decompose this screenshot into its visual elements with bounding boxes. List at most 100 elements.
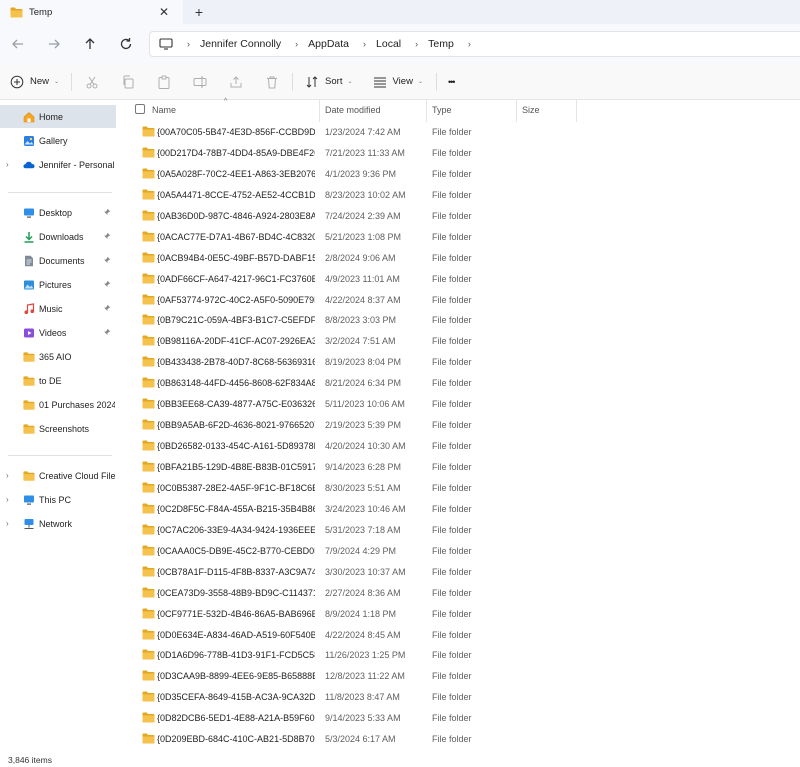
- sidebar-item-music[interactable]: Music: [0, 297, 116, 320]
- table-row[interactable]: {0B79C21C-059A-4BF3-B1C7-C5EFDF7… 8/8/202…: [120, 310, 800, 331]
- table-row[interactable]: {0D82DCB6-5ED1-4E88-A21A-B59F603… 9/14/20…: [120, 708, 800, 729]
- folder-icon: [142, 482, 155, 493]
- pin-icon[interactable]: [103, 304, 111, 312]
- column-divider[interactable]: [516, 100, 517, 122]
- table-row[interactable]: {0ACB94B4-0E5C-49BF-B57D-DABF15… 2/8/2024…: [120, 248, 800, 269]
- table-row[interactable]: {0BD26582-0133-454C-A161-5D89378F… 4/20/2…: [120, 436, 800, 457]
- breadcrumb-item[interactable]: Jennifer Connolly: [200, 38, 281, 50]
- delete-icon[interactable]: [265, 75, 279, 89]
- table-row[interactable]: {0B98116A-20DF-41CF-AC07-2926EA3… 3/2/202…: [120, 331, 800, 352]
- close-icon[interactable]: ✕: [157, 5, 171, 19]
- table-row[interactable]: {0CEA73D9-3558-48B9-BD9C-C114371… 2/27/20…: [120, 583, 800, 604]
- tab-strip: Temp ✕ +: [0, 0, 800, 24]
- sidebar-item-home[interactable]: Home: [0, 105, 116, 128]
- sidebar-item-365-aio[interactable]: 365 AIO: [0, 345, 116, 368]
- cut-icon[interactable]: [85, 75, 99, 89]
- column-size[interactable]: Size: [522, 105, 540, 115]
- forward-arrow-icon[interactable]: [46, 36, 62, 52]
- rename-icon[interactable]: [193, 75, 207, 89]
- desktop-icon: [24, 208, 34, 218]
- column-divider[interactable]: [576, 100, 577, 122]
- new-button[interactable]: New ⌄: [10, 70, 59, 94]
- more-options-icon[interactable]: •••: [448, 70, 456, 94]
- table-row[interactable]: {0D1A6D96-778B-41D3-91F1-FCD5C58… 11/26/2…: [120, 645, 800, 666]
- chevron-right-icon[interactable]: ›: [6, 471, 9, 480]
- table-row[interactable]: {0CF9771E-532D-4B46-86A5-BAB696E… 8/9/202…: [120, 604, 800, 625]
- breadcrumb-separator[interactable]: ›: [295, 39, 298, 49]
- refresh-icon[interactable]: [118, 36, 134, 52]
- column-type[interactable]: Type: [432, 105, 452, 115]
- share-icon[interactable]: [229, 75, 243, 89]
- select-all-checkbox[interactable]: [135, 104, 145, 114]
- table-row[interactable]: {0C2D8F5C-F84A-455A-B215-35B4B86… 3/24/20…: [120, 499, 800, 520]
- pin-icon[interactable]: [103, 256, 111, 264]
- sidebar-item-gallery[interactable]: Gallery: [0, 129, 116, 152]
- table-row[interactable]: {0CAAA0C5-DB9E-45C2-B770-CEBD0F… 7/9/2024…: [120, 541, 800, 562]
- table-row[interactable]: {00D217D4-78B7-4DD4-85A9-DBE4F26… 7/21/20…: [120, 143, 800, 164]
- sidebar-item-network[interactable]: › Network: [0, 512, 116, 535]
- table-row[interactable]: {0CB78A1F-D115-4F8B-8337-A3C9A74… 3/30/20…: [120, 562, 800, 583]
- file-name: {0B98116A-20DF-41CF-AC07-2926EA3…: [157, 336, 315, 347]
- column-name[interactable]: Name: [152, 105, 176, 115]
- table-row[interactable]: {0BB9A5AB-6F2D-4636-8021-97665207… 2/19/2…: [120, 415, 800, 436]
- copy-icon[interactable]: [121, 75, 135, 89]
- breadcrumb-item[interactable]: Temp: [428, 38, 454, 50]
- table-row[interactable]: {0D3CAA9B-8899-4EE6-9E85-B65888B… 12/8/20…: [120, 666, 800, 687]
- table-row[interactable]: {00A70C05-5B47-4E3D-856F-CCBD9D1… 1/23/20…: [120, 122, 800, 143]
- sidebar-item-screenshots[interactable]: Screenshots: [0, 417, 116, 440]
- plus-icon[interactable]: +: [191, 4, 207, 20]
- view-button[interactable]: View ⌄: [373, 70, 423, 94]
- sidebar-item-creative-cloud[interactable]: › Creative Cloud Files: [0, 464, 116, 487]
- sidebar-item-videos[interactable]: Videos: [0, 321, 116, 344]
- chevron-right-icon[interactable]: ›: [6, 160, 9, 169]
- sidebar-item-purchases[interactable]: 01 Purchases 2024-: [0, 393, 116, 416]
- chevron-right-icon[interactable]: ›: [6, 495, 9, 504]
- sidebar-item-onedrive[interactable]: › Jennifer - Personal: [0, 153, 116, 176]
- table-row[interactable]: {0AF53774-972C-40C2-A5F0-5090E79D… 4/22/2…: [120, 290, 800, 311]
- sidebar-item-downloads[interactable]: Downloads: [0, 225, 116, 248]
- table-row[interactable]: {0D0E634E-A834-46AD-A519-60F540B… 4/22/20…: [120, 625, 800, 646]
- pin-icon[interactable]: [103, 232, 111, 240]
- table-row[interactable]: {0AB36D0D-987C-4846-A924-2803E8A… 7/24/20…: [120, 206, 800, 227]
- table-row[interactable]: {0BFA21B5-129D-4B8E-B83B-01C59176… 9/14/2…: [120, 457, 800, 478]
- sidebar-item-to-de[interactable]: to DE: [0, 369, 116, 392]
- file-type: File folder: [432, 252, 472, 263]
- breadcrumb-separator[interactable]: ›: [415, 39, 418, 49]
- sidebar-item-this-pc[interactable]: › This PC: [0, 488, 116, 511]
- column-divider[interactable]: [426, 100, 427, 122]
- pin-icon[interactable]: [103, 208, 111, 216]
- chevron-right-icon[interactable]: ›: [6, 519, 9, 528]
- table-row[interactable]: {0D209EBD-684C-410C-AB21-5D8B706… 5/3/202…: [120, 729, 800, 750]
- pin-icon[interactable]: [103, 328, 111, 336]
- up-arrow-icon[interactable]: [82, 36, 98, 52]
- sidebar-item-documents[interactable]: Documents: [0, 249, 116, 272]
- table-row[interactable]: {0A5A028F-70C2-4EE1-A863-3EB2076… 4/1/202…: [120, 164, 800, 185]
- table-row[interactable]: {0BB3EE68-CA39-4877-A75C-E036326… 5/11/20…: [120, 394, 800, 415]
- sort-button[interactable]: Sort ⌄: [305, 70, 353, 94]
- sidebar-item-pictures[interactable]: Pictures: [0, 273, 116, 296]
- sidebar-item-desktop[interactable]: Desktop: [0, 201, 116, 224]
- pin-icon[interactable]: [103, 280, 111, 288]
- table-row[interactable]: {0B863148-44FD-4456-8608-62F834A8… 8/21/2…: [120, 373, 800, 394]
- table-row[interactable]: {0A5A4471-8CCE-4752-AE52-4CCB1D… 8/23/202…: [120, 185, 800, 206]
- table-row[interactable]: {0ACAC77E-D7A1-4B67-BD4C-4C8320… 5/21/202…: [120, 227, 800, 248]
- file-name: {0C0B5387-28E2-4A5F-9F1C-BF18C6B…: [157, 482, 315, 493]
- paste-icon[interactable]: [157, 75, 171, 89]
- breadcrumb-item[interactable]: AppData: [308, 38, 349, 50]
- table-row[interactable]: {0C0B5387-28E2-4A5F-9F1C-BF18C6B… 8/30/20…: [120, 478, 800, 499]
- breadcrumb-separator[interactable]: ›: [468, 39, 471, 49]
- back-arrow-icon[interactable]: [10, 36, 26, 52]
- breadcrumb-item[interactable]: Local: [376, 38, 401, 50]
- table-row[interactable]: {0C7AC206-33E9-4A34-9424-1936EEE5… 5/31/2…: [120, 520, 800, 541]
- table-row[interactable]: {0D35CEFA-8649-415B-AC3A-9CA32D… 11/8/202…: [120, 687, 800, 708]
- column-date-modified[interactable]: Date modified: [325, 105, 381, 115]
- column-divider[interactable]: [319, 100, 320, 122]
- folder-icon: [142, 461, 155, 472]
- address-bar[interactable]: › Jennifer Connolly › AppData › Local › …: [149, 31, 800, 57]
- chevron-down-icon: ⌄: [347, 79, 353, 85]
- file-date-modified: 1/23/2024 7:42 AM: [325, 127, 401, 137]
- tab-temp[interactable]: Temp ✕: [0, 0, 183, 24]
- table-row[interactable]: {0B433438-2B78-40D7-8C68-56369316… 8/19/2…: [120, 352, 800, 373]
- table-row[interactable]: {0ADF66CF-A647-4217-96C1-FC3760E… 4/9/202…: [120, 269, 800, 290]
- breadcrumb-separator[interactable]: ›: [363, 39, 366, 49]
